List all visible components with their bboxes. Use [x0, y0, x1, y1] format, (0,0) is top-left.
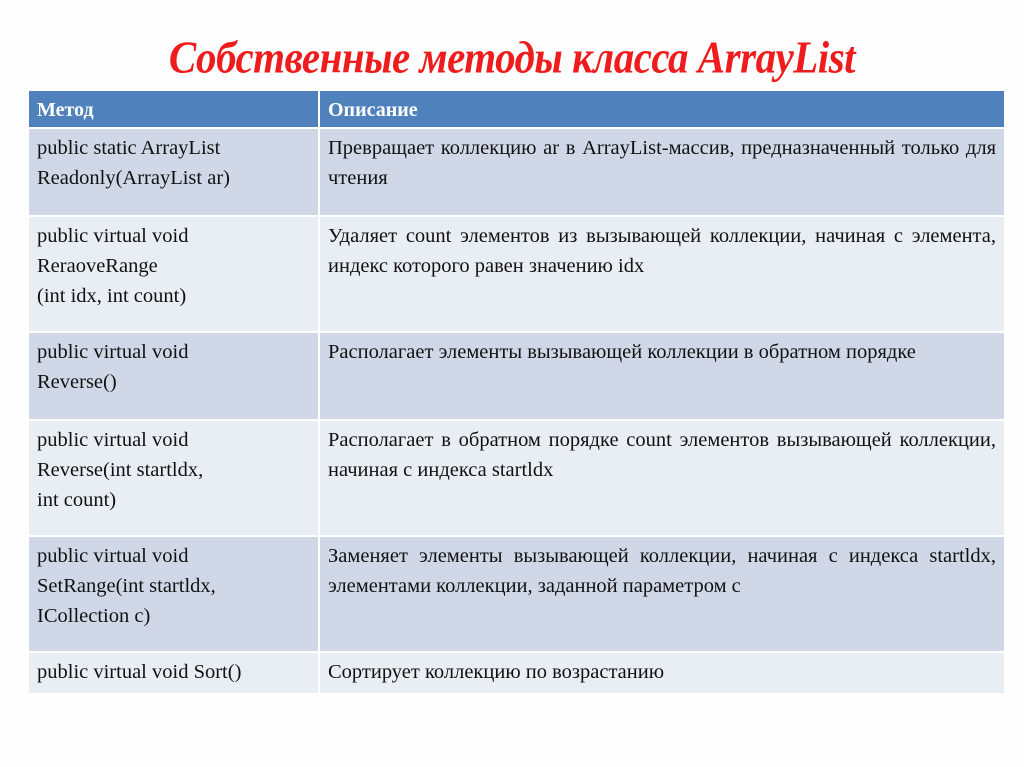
method-line: Reverse()	[37, 371, 117, 393]
method-cell: public virtual void SetRange(int startld…	[27, 535, 320, 653]
header-description: Описание	[318, 89, 1006, 129]
method-line: public static ArrayList	[37, 137, 221, 159]
table-row: public virtual void Sort() Сортирует кол…	[27, 651, 1006, 695]
description-cell: Удаляет count элементов из вызывающей ко…	[318, 215, 1006, 333]
method-line: ICollection c)	[37, 605, 151, 627]
slide-title: Собственные методы класса ArrayList	[168, 31, 856, 83]
method-line: (int idx, int count)	[37, 285, 187, 307]
header-method: Метод	[27, 89, 320, 129]
method-line: int count)	[37, 489, 117, 511]
method-line: public virtual void	[37, 545, 189, 567]
method-line: Reverse(int startldx,	[37, 459, 204, 481]
description-cell: Располагает в обратном порядке count эле…	[318, 419, 1006, 537]
method-cell: public virtual void Reverse(int startldx…	[27, 419, 320, 537]
method-line: ReraoveRange	[37, 255, 158, 277]
method-line: public virtual void	[37, 429, 189, 451]
table-row: public virtual void Reverse(int startldx…	[27, 419, 1006, 537]
method-line: SetRange(int startldx,	[37, 575, 216, 597]
method-line: public virtual void Sort()	[37, 661, 242, 683]
method-line: public virtual void	[37, 225, 189, 247]
table-row: public virtual void Reverse() Располагае…	[27, 331, 1006, 421]
method-cell: public virtual void ReraoveRange (int id…	[27, 215, 320, 333]
description-cell: Располагает элементы вызывающей коллекци…	[318, 331, 1006, 421]
method-cell: public static ArrayList Readonly(ArrayLi…	[27, 127, 320, 217]
table-header-row: Метод Описание	[27, 89, 1006, 129]
table-row: public static ArrayList Readonly(ArrayLi…	[27, 127, 1006, 217]
methods-table: Метод Описание public static ArrayList R…	[27, 89, 1006, 695]
method-cell: public virtual void Reverse()	[27, 331, 320, 421]
method-cell: public virtual void Sort()	[27, 651, 320, 695]
table-row: public virtual void SetRange(int startld…	[27, 535, 1006, 653]
description-cell: Сортирует коллекцию по возрастанию	[318, 651, 1006, 695]
description-cell: Превращает коллекцию ar в ArrayList-масс…	[318, 127, 1006, 217]
table-row: public virtual void ReraoveRange (int id…	[27, 215, 1006, 333]
method-line: public virtual void	[37, 341, 189, 363]
method-line: Readonly(ArrayList ar)	[37, 167, 230, 189]
description-cell: Заменяет элементы вызывающей коллекции, …	[318, 535, 1006, 653]
